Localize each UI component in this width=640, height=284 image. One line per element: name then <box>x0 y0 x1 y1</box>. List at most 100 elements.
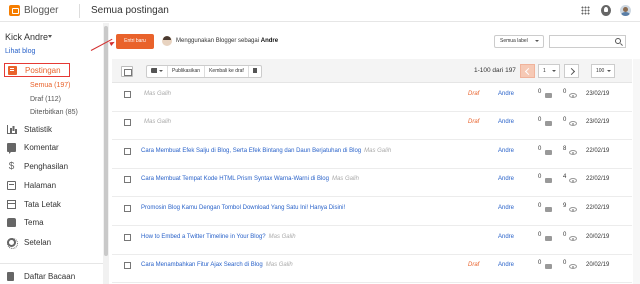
post-title[interactable]: Promosin Blog Kamu Dengan Tombol Downloa… <box>141 205 345 211</box>
post-title-link[interactable]: Cara Membuat Efek Salju di Blog, Serta E… <box>141 148 391 154</box>
sidebar-sub-published[interactable]: Diterbitkan (85) <box>30 109 78 116</box>
comment-icon <box>545 178 552 183</box>
stats-icon <box>7 125 16 134</box>
post-author[interactable]: Andre <box>498 91 514 97</box>
per-page-select[interactable]: 100 <box>591 64 615 78</box>
sidebar-sub-draft[interactable]: Draf (112) <box>30 96 61 103</box>
chevron-down-icon[interactable] <box>48 35 52 38</box>
post-title-link[interactable]: Promosin Blog Kamu Dengan Tombol Downloa… <box>141 205 348 211</box>
sidebar-item-statistik[interactable]: Statistik <box>4 123 96 137</box>
chevron-down-icon <box>159 69 163 72</box>
post-author[interactable]: Andre <box>498 148 514 154</box>
revert-to-draft-button[interactable]: Kembali ke draf <box>205 66 249 77</box>
table-row[interactable]: Promosin Blog Kamu Dengan Tombol Downloa… <box>112 197 632 226</box>
post-title[interactable]: Cara Membuat Efek Salju di Blog, Serta E… <box>141 148 361 154</box>
app-name[interactable]: Blogger <box>24 5 58 16</box>
comment-icon <box>545 264 552 269</box>
comment-icon <box>7 143 16 154</box>
post-title[interactable]: Cara Menambahkan Fitur Ajax Search di Bl… <box>141 262 263 268</box>
table-row[interactable]: Cara Membuat Efek Salju di Blog, Serta E… <box>112 140 632 169</box>
page-number: 1 <box>543 68 546 74</box>
page-select[interactable]: 1 <box>538 64 560 78</box>
label-filter-value: Semua label <box>500 38 528 44</box>
table-row[interactable]: Mas Galih Draf Andre 0 0 23/02/19 <box>112 83 632 112</box>
publish-button[interactable]: Publikasikan <box>168 66 206 77</box>
view-count: 0 <box>563 117 567 123</box>
sidebar-item-tata-letak[interactable]: Tata Letak <box>4 198 96 212</box>
sidebar-item-postingan[interactable]: Postingan <box>4 63 70 77</box>
table-row[interactable]: Mas Galih Draf Andre 0 0 23/02/19 <box>112 111 632 140</box>
post-title-link[interactable]: How to Embed a Twitter Timeline in Your … <box>141 234 296 240</box>
layout-icon <box>7 200 16 209</box>
sidebar-item-penghasilan[interactable]: $ Penghasilan <box>4 160 96 174</box>
apps-grid-icon[interactable] <box>581 6 590 15</box>
post-title[interactable]: How to Embed a Twitter Timeline in Your … <box>141 234 266 240</box>
row-checkbox[interactable] <box>124 205 131 212</box>
previous-page-button[interactable] <box>520 64 535 78</box>
theme-icon <box>7 218 16 227</box>
sidebar-item-komentar[interactable]: Komentar <box>4 141 96 155</box>
divider <box>0 263 104 264</box>
sidebar-scrollbar-thumb[interactable] <box>104 26 108 256</box>
delete-button[interactable] <box>249 66 261 77</box>
label-filter-dropdown[interactable]: Semua label <box>494 35 544 48</box>
blogger-logo-icon[interactable] <box>9 5 20 16</box>
new-post-button[interactable]: Entri baru <box>116 34 154 49</box>
row-checkbox[interactable] <box>124 91 131 98</box>
view-blog-link[interactable]: Lihat blog <box>5 48 35 55</box>
post-title-link[interactable]: Cara Membuat Tempat Kode HTML Prism Synt… <box>141 176 359 182</box>
view-count: 0 <box>563 260 567 266</box>
comment-count: 0 <box>538 146 542 152</box>
eye-icon <box>569 121 577 126</box>
page-title: Semua postingan <box>91 5 169 16</box>
post-title[interactable]: Cara Membuat Tempat Kode HTML Prism Synt… <box>141 176 329 182</box>
table-row[interactable]: Cara Membuat Tempat Kode HTML Prism Synt… <box>112 168 632 197</box>
post-author[interactable]: Andre <box>498 262 514 268</box>
post-title-link[interactable]: Mas Galih <box>141 91 171 97</box>
main-scrollbar[interactable] <box>633 59 640 284</box>
comment-count: 0 <box>538 203 542 209</box>
comment-icon <box>545 121 552 126</box>
row-checkbox[interactable] <box>124 119 131 126</box>
next-page-button[interactable] <box>564 64 579 78</box>
eye-icon <box>569 207 577 212</box>
select-all-checkbox[interactable] <box>121 66 133 77</box>
view-count: 0 <box>563 89 567 95</box>
row-checkbox[interactable] <box>124 234 131 241</box>
row-checkbox[interactable] <box>124 262 131 269</box>
sidebar-item-daftar-bacaan[interactable]: Daftar Bacaan <box>4 270 96 284</box>
eye-icon <box>569 178 577 183</box>
blog-selector[interactable]: Kick Andre <box>5 32 48 42</box>
row-checkbox[interactable] <box>124 148 131 155</box>
table-row[interactable]: Cara Menambahkan Fitur Ajax Search di Bl… <box>112 254 632 283</box>
row-checkbox[interactable] <box>124 176 131 183</box>
gear-icon <box>7 238 18 249</box>
account-avatar[interactable] <box>620 5 631 16</box>
sidebar-item-label: Halaman <box>24 181 57 190</box>
sidebar-sub-all[interactable]: Semua (197) <box>30 82 70 89</box>
post-title-link[interactable]: Cara Menambahkan Fitur Ajax Search di Bl… <box>141 262 293 268</box>
sidebar-item-setelan[interactable]: Setelan <box>4 236 96 250</box>
sidebar-item-label: Postingan <box>25 66 61 75</box>
post-author[interactable]: Andre <box>498 205 514 211</box>
using-as-text: Menggunakan Blogger sebagai Andre <box>176 38 278 44</box>
table-row[interactable]: How to Embed a Twitter Timeline in Your … <box>112 226 632 255</box>
notification-icon[interactable] <box>601 5 611 16</box>
sidebar-item-label: Penghasilan <box>24 162 69 171</box>
post-author[interactable]: Andre <box>498 119 514 125</box>
comment-count: 0 <box>538 232 542 238</box>
label-action-button[interactable] <box>147 66 168 77</box>
post-author-inline: Mas Galih <box>331 176 359 182</box>
search-input[interactable] <box>549 35 626 48</box>
sidebar-item-tema[interactable]: Tema <box>4 216 96 230</box>
sidebar-item-halaman[interactable]: Halaman <box>4 179 96 193</box>
comment-count: 0 <box>538 117 542 123</box>
post-author-inline: Mas Galih <box>144 91 172 97</box>
search-icon[interactable] <box>615 38 621 44</box>
post-author[interactable]: Andre <box>498 176 514 182</box>
post-date: 20/02/19 <box>586 234 610 240</box>
post-author[interactable]: Andre <box>498 234 514 240</box>
post-title-link[interactable]: Mas Galih <box>141 119 171 125</box>
eye-icon <box>569 150 577 155</box>
view-count: 0 <box>563 232 567 238</box>
